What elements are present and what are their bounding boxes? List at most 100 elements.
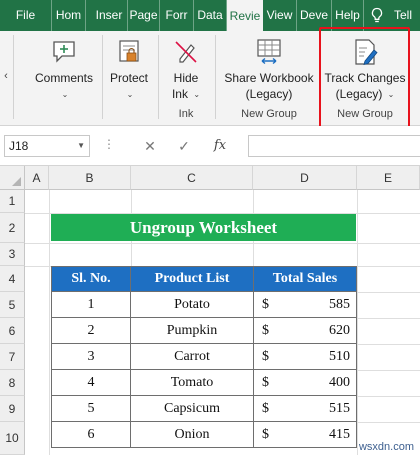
table-header-sl-no: Sl. No. — [51, 266, 131, 292]
protect-label: Protect — [109, 71, 148, 85]
column-header-e[interactable]: E — [357, 166, 420, 190]
watermark: wsxdn.com — [358, 441, 414, 453]
row-header-6[interactable]: 6 — [0, 318, 25, 344]
currency-symbol: $ — [262, 375, 269, 390]
gridline — [357, 422, 420, 423]
currency-symbol: $ — [262, 297, 269, 312]
sheet-title: Ungroup Worksheet — [51, 214, 356, 241]
gridline — [357, 344, 420, 345]
sales-amount: 585 — [329, 297, 350, 312]
table-cell-sl-no: 1 — [51, 291, 131, 318]
currency-symbol: $ — [262, 323, 269, 338]
protect-sheet-icon — [119, 40, 139, 62]
worksheet-grid: A B C D E 1 2 3 4 5 6 7 8 9 10 Ungroup W… — [0, 166, 420, 455]
table-cell-sl-no: 5 — [51, 395, 131, 422]
group-label-ink: Ink — [178, 108, 194, 120]
ribbon-separator — [13, 35, 14, 119]
chevron-down-icon[interactable]: ▼ — [77, 136, 85, 156]
tab-view[interactable]: View — [263, 0, 297, 31]
tab-page-layout[interactable]: Page — [128, 0, 160, 31]
table-cell-sl-no: 2 — [51, 317, 131, 344]
table-header-product-list: Product List — [130, 266, 254, 292]
column-header-d[interactable]: D — [253, 166, 357, 190]
chevron-down-icon: ⌄ — [193, 89, 201, 99]
name-box-value: J18 — [9, 139, 29, 153]
select-all-triangle-icon — [12, 177, 21, 186]
column-header-b[interactable]: B — [49, 166, 131, 190]
ribbon-separator — [215, 35, 216, 119]
row-header-7[interactable]: 7 — [0, 344, 25, 370]
protect-button[interactable]: Protect ⌄ — [104, 37, 154, 103]
table-cell-sl-no: 4 — [51, 369, 131, 396]
table-cell-sl-no: 3 — [51, 343, 131, 370]
share-workbook-legacy-button[interactable]: Share Workbook (Legacy) — [219, 37, 319, 102]
row-header-5[interactable]: 5 — [0, 292, 25, 318]
select-all-button[interactable] — [0, 166, 25, 190]
tab-review[interactable]: Revie — [227, 0, 263, 31]
row-header-1[interactable]: 1 — [0, 190, 25, 213]
formula-bar-drag-handle-icon[interactable]: ⋮ — [103, 137, 116, 151]
chevron-down-icon: ⌄ — [61, 89, 69, 99]
lightbulb-icon[interactable] — [370, 7, 384, 24]
table-cell-total-sales: $ 585 — [253, 291, 357, 318]
share-workbook-label-1: Share Workbook — [224, 71, 314, 85]
ribbon-separator — [158, 35, 159, 119]
currency-symbol: $ — [262, 349, 269, 364]
hide-ink-button[interactable]: Hide Ink ⌄ — [160, 37, 212, 103]
row-header-3[interactable]: 3 — [0, 243, 25, 266]
row-header-4[interactable]: 4 — [0, 266, 25, 292]
column-header-a[interactable]: A — [25, 166, 49, 190]
row-header-10[interactable]: 10 — [0, 422, 25, 455]
table-cell-total-sales: $ 620 — [253, 317, 357, 344]
gridline — [357, 292, 420, 293]
gridline — [357, 396, 420, 397]
table-cell-product: Carrot — [130, 343, 254, 370]
tab-file[interactable]: File — [0, 0, 52, 31]
tab-data[interactable]: Data — [194, 0, 227, 31]
tab-formulas[interactable]: Forr — [160, 0, 194, 31]
formula-input[interactable] — [248, 135, 420, 157]
insert-function-icon[interactable]: fx — [208, 134, 232, 158]
formula-bar-buttons: ✕ ✓ fx — [130, 134, 242, 158]
enter-check-icon[interactable]: ✓ — [172, 134, 196, 158]
group-label-new-group: New Group — [241, 108, 297, 120]
table-cell-product: Tomato — [130, 369, 254, 396]
table-cell-product: Capsicum — [130, 395, 254, 422]
currency-symbol: $ — [262, 427, 269, 442]
comments-label: Comments — [34, 71, 93, 85]
gridline — [25, 243, 420, 244]
sales-amount: 510 — [329, 349, 350, 364]
table-cell-total-sales: $ 515 — [253, 395, 357, 422]
highlight-box — [319, 27, 410, 128]
table-cell-total-sales: $ 415 — [253, 421, 357, 448]
sales-amount: 415 — [329, 427, 350, 442]
table-cell-product: Potato — [130, 291, 254, 318]
gridline — [357, 318, 420, 319]
table-cell-product: Onion — [130, 421, 254, 448]
gridline — [49, 190, 50, 455]
ribbon-separator — [102, 35, 103, 119]
row-header-2[interactable]: 2 — [0, 213, 25, 243]
table-cell-product: Pumpkin — [130, 317, 254, 344]
row-header-8[interactable]: 8 — [0, 370, 25, 396]
chevron-down-icon: ⌄ — [126, 89, 134, 99]
hide-ink-label-2: Ink — [171, 87, 188, 101]
table-cell-total-sales: $ 510 — [253, 343, 357, 370]
name-box[interactable]: J18 ▼ — [4, 135, 90, 157]
currency-symbol: $ — [262, 401, 269, 416]
cancel-icon[interactable]: ✕ — [138, 134, 162, 158]
share-workbook-icon — [257, 39, 281, 65]
table-header-total-sales: Total Sales — [253, 266, 357, 292]
sales-amount: 515 — [329, 401, 350, 416]
sales-amount: 620 — [329, 323, 350, 338]
comments-button[interactable]: Comments ⌄ — [30, 37, 98, 103]
table-cell-total-sales: $ 400 — [253, 369, 357, 396]
ribbon-scroll-left-icon[interactable]: ‹ — [0, 61, 12, 91]
gridline — [357, 190, 358, 455]
row-header-9[interactable]: 9 — [0, 396, 25, 422]
tab-home[interactable]: Hom — [52, 0, 86, 31]
hide-ink-icon — [175, 41, 197, 63]
tab-insert[interactable]: Inser — [91, 0, 128, 31]
column-header-c[interactable]: C — [131, 166, 253, 190]
sales-amount: 400 — [329, 375, 350, 390]
